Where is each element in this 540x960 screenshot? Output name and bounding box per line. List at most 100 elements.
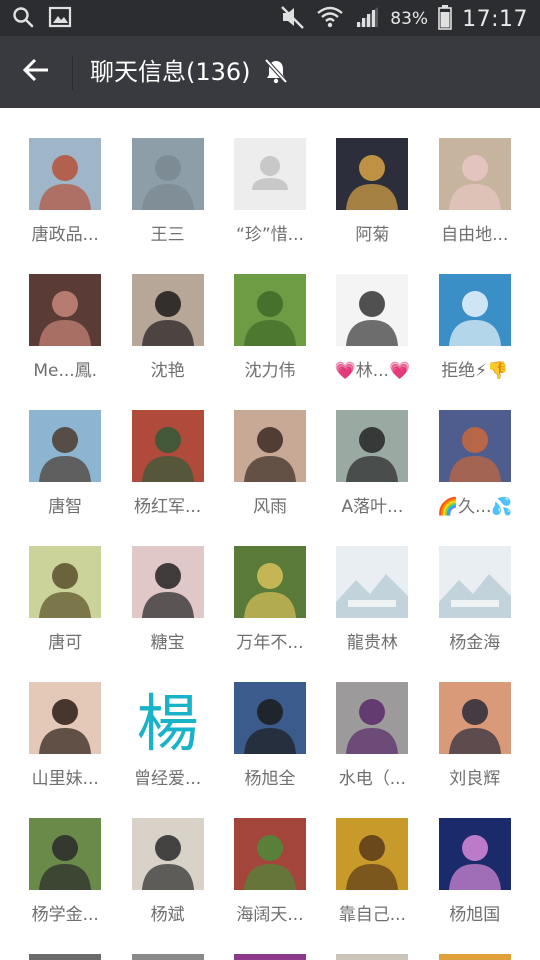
member-name: Me...鳳. <box>33 361 98 381</box>
member-avatar[interactable] <box>131 546 204 618</box>
member-name: 曾经爱... <box>133 769 202 789</box>
search-icon <box>12 6 34 32</box>
member-item[interactable]: 风雨 <box>219 394 321 530</box>
member-item[interactable]: “珍”惜... <box>219 122 321 258</box>
member-avatar[interactable] <box>233 682 306 754</box>
member-avatar[interactable] <box>29 138 102 210</box>
member-avatar[interactable] <box>336 138 409 210</box>
image-icon <box>48 6 72 32</box>
member-item[interactable]: 王三 <box>116 122 218 258</box>
member-avatar[interactable] <box>29 818 102 890</box>
member-avatar[interactable] <box>336 546 409 618</box>
member-item-partial[interactable] <box>14 954 116 960</box>
member-avatar[interactable] <box>336 274 409 346</box>
member-item-partial[interactable] <box>116 954 218 960</box>
member-avatar-partial <box>438 954 511 960</box>
member-avatar[interactable] <box>336 682 409 754</box>
member-avatar[interactable] <box>131 138 204 210</box>
member-name: “珍”惜... <box>236 225 304 245</box>
member-row: 唐智 杨红军... 风雨 A落叶... 🌈久...💦 <box>14 394 526 530</box>
member-avatar[interactable] <box>233 818 306 890</box>
member-item[interactable]: 唐可 <box>14 530 116 666</box>
member-avatar[interactable] <box>29 274 102 346</box>
member-avatar[interactable] <box>438 818 511 890</box>
member-grid: 唐政品... 王三 “珍”惜... 阿菊 自由地... Me...鳳. 沈艳 沈力伟 💗林...… <box>14 122 526 938</box>
member-item-partial[interactable] <box>219 954 321 960</box>
member-item[interactable]: 山里妹... <box>14 666 116 802</box>
member-item[interactable]: 沈艳 <box>116 258 218 394</box>
member-item[interactable]: 杨旭全 <box>219 666 321 802</box>
member-item[interactable]: 杨学金... <box>14 802 116 938</box>
member-name: 杨学金... <box>31 905 99 925</box>
member-avatar[interactable] <box>29 682 102 754</box>
status-bar: 83% 17:17 <box>0 0 540 36</box>
member-avatar[interactable] <box>438 274 511 346</box>
member-item[interactable]: 唐政品... <box>14 122 116 258</box>
member-item[interactable]: 水电（... <box>321 666 423 802</box>
wifi-icon <box>316 5 344 33</box>
member-name: 阿菊 <box>355 225 390 245</box>
member-item[interactable]: 龍贵林 <box>321 530 423 666</box>
member-avatar[interactable] <box>336 410 409 482</box>
member-item[interactable]: 糖宝 <box>116 530 218 666</box>
member-name: 王三 <box>150 225 185 245</box>
member-item[interactable]: 杨斌 <box>116 802 218 938</box>
member-avatar[interactable] <box>131 410 204 482</box>
member-name: 靠自己... <box>338 905 406 925</box>
member-avatar[interactable] <box>438 410 511 482</box>
member-item[interactable]: Me...鳳. <box>14 258 116 394</box>
member-item-partial[interactable] <box>424 954 526 960</box>
member-item[interactable]: 海阔天... <box>219 802 321 938</box>
member-name: 唐政品... <box>31 225 99 245</box>
member-avatar[interactable] <box>336 818 409 890</box>
member-avatar[interactable] <box>131 274 204 346</box>
member-avatar[interactable] <box>233 274 306 346</box>
member-avatar[interactable]: 楊 <box>131 682 204 754</box>
back-button[interactable] <box>16 52 56 92</box>
member-avatar[interactable] <box>438 546 511 618</box>
member-name: 刘良辉 <box>449 769 501 789</box>
member-name: 杨旭国 <box>449 905 501 925</box>
member-row: 唐可 糖宝 万年不... 龍贵林 杨金海 <box>14 530 526 666</box>
member-item[interactable]: 靠自己... <box>321 802 423 938</box>
notifications-off-icon <box>264 58 288 88</box>
member-name: 沈力伟 <box>244 361 296 381</box>
member-avatar[interactable] <box>438 682 511 754</box>
member-item[interactable]: 楊曾经爱... <box>116 666 218 802</box>
member-name: 唐智 <box>48 497 83 517</box>
member-item[interactable]: 💗林...💗 <box>321 258 423 394</box>
member-item[interactable]: 拒绝⚡👎 <box>424 258 526 394</box>
member-item[interactable]: 万年不... <box>219 530 321 666</box>
member-item[interactable]: A落叶... <box>321 394 423 530</box>
member-item[interactable]: 唐智 <box>14 394 116 530</box>
page-title: 聊天信息(136) <box>90 58 251 86</box>
member-item[interactable]: 杨旭国 <box>424 802 526 938</box>
mute-icon <box>280 4 306 34</box>
member-avatar[interactable] <box>29 546 102 618</box>
member-row: 杨学金... 杨斌 海阔天... 靠自己... 杨旭国 <box>14 802 526 938</box>
member-name: 水电（... <box>338 769 406 789</box>
member-avatar[interactable] <box>29 410 102 482</box>
member-grid-partial-row <box>14 954 526 960</box>
member-avatar[interactable] <box>233 546 306 618</box>
member-avatar[interactable] <box>131 818 204 890</box>
battery-icon <box>438 4 452 34</box>
member-name: 海阔天... <box>236 905 304 925</box>
app-bar: 聊天信息(136) <box>0 36 540 108</box>
member-name: 糖宝 <box>150 633 185 653</box>
member-item[interactable]: 阿菊 <box>321 122 423 258</box>
member-item-partial[interactable] <box>321 954 423 960</box>
member-row: Me...鳳. 沈艳 沈力伟 💗林...💗 拒绝⚡👎 <box>14 258 526 394</box>
member-item[interactable]: 杨红军... <box>116 394 218 530</box>
member-item[interactable]: 杨金海 <box>424 530 526 666</box>
member-item[interactable]: 自由地... <box>424 122 526 258</box>
member-item[interactable]: 刘良辉 <box>424 666 526 802</box>
member-item[interactable]: 🌈久...💦 <box>424 394 526 530</box>
member-name: 杨红军... <box>133 497 202 517</box>
member-avatar[interactable] <box>233 410 306 482</box>
battery-percentage: 83% <box>390 9 429 29</box>
member-avatar[interactable] <box>233 138 306 210</box>
member-item[interactable]: 沈力伟 <box>219 258 321 394</box>
member-avatar[interactable] <box>438 138 511 210</box>
member-avatar-partial <box>29 954 102 960</box>
